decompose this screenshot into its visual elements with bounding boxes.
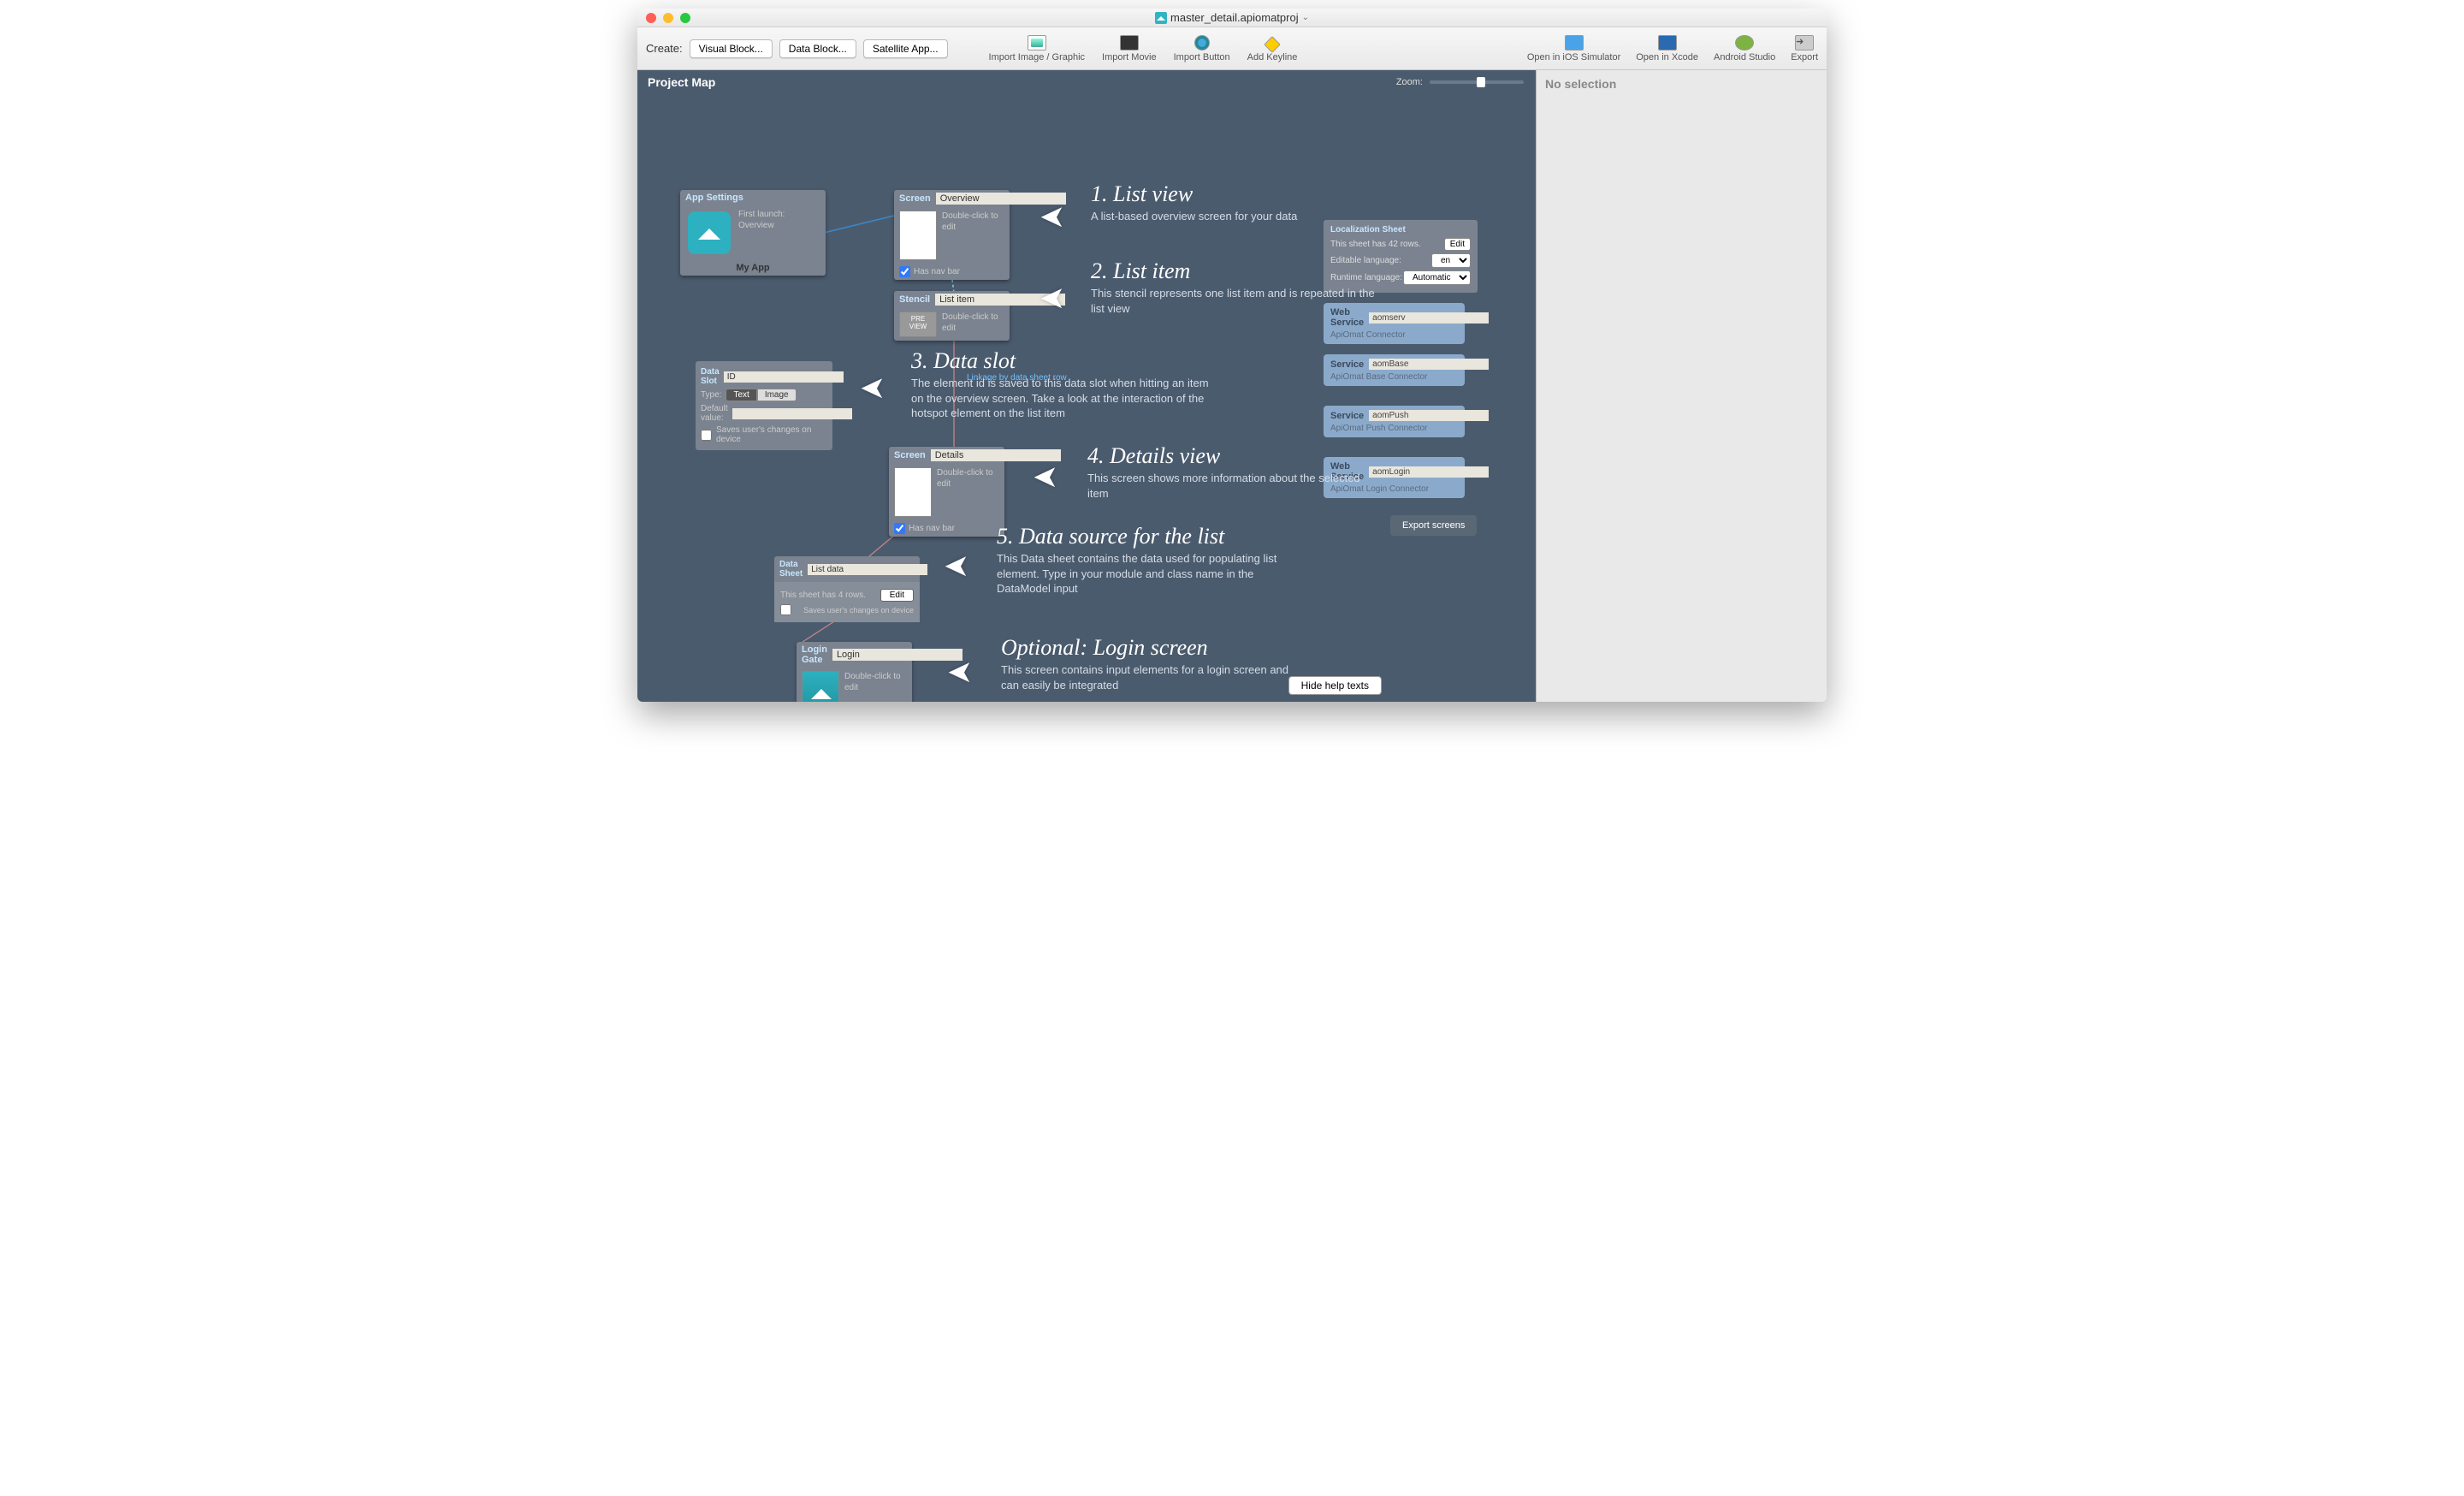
annotation-1: 1. List viewA list-based overview screen… <box>1091 181 1297 224</box>
window-titlebar: master_detail.apiomatproj ⌄ <box>637 9 1827 27</box>
close-icon[interactable] <box>646 13 656 23</box>
add-keyline-button[interactable]: Add Keyline <box>1247 39 1298 62</box>
dropdown-chevron-icon[interactable]: ⌄ <box>1302 13 1309 22</box>
edit-localization-button[interactable]: Edit <box>1444 238 1471 251</box>
app-icon <box>1155 12 1167 24</box>
create-label: Create: <box>646 42 683 55</box>
annotation-5: 5. Data source for the listThis Data she… <box>997 524 1305 597</box>
import-image-button[interactable]: Import Image / Graphic <box>989 35 1086 62</box>
app-name-label: My App <box>680 260 826 276</box>
keyline-icon <box>1264 36 1281 53</box>
android-icon <box>1735 35 1754 50</box>
arrow-icon: ➤ <box>860 370 886 406</box>
project-map-canvas[interactable]: Project Map Zoom: App Settings First lau… <box>637 70 1536 702</box>
window-title: master_detail.apiomatproj <box>1170 11 1299 24</box>
node-service-1[interactable]: Service ApiOmat Base Connector <box>1324 354 1465 386</box>
app-logo-icon <box>688 211 731 254</box>
export-icon: ➜ <box>1795 35 1814 50</box>
save-datasheet-checkbox[interactable] <box>780 604 791 615</box>
image-icon <box>1028 35 1046 50</box>
edit-datasheet-button[interactable]: Edit <box>880 589 914 602</box>
zoom-control[interactable]: Zoom: <box>1396 77 1524 87</box>
service-name-input-2[interactable] <box>1369 410 1489 421</box>
service-name-input-3[interactable] <box>1369 466 1489 478</box>
node-screen-overview[interactable]: Screen Double-click to edit Has nav bar <box>894 190 1010 280</box>
type-segmented[interactable]: TextImage <box>726 389 796 401</box>
has-nav-bar-checkbox-2[interactable] <box>894 523 905 534</box>
toolbar: Create: Visual Block... Data Block... Sa… <box>637 27 1827 70</box>
open-xcode-button[interactable]: Open in Xcode <box>1636 35 1698 62</box>
create-satellite-app-button[interactable]: Satellite App... <box>863 39 948 58</box>
service-name-input-0[interactable] <box>1369 312 1489 324</box>
annotation-2: 2. List itemThis stencil represents one … <box>1091 258 1382 316</box>
annotation-4: 4. Details viewThis screen shows more in… <box>1087 443 1378 501</box>
minimize-icon[interactable] <box>663 13 673 23</box>
datasheet-name-input[interactable] <box>808 564 927 575</box>
create-data-block-button[interactable]: Data Block... <box>779 39 856 58</box>
node-service-2[interactable]: Service ApiOmat Push Connector <box>1324 406 1465 437</box>
node-data-sheet[interactable]: Data Sheet This sheet has 4 rows.Edit Sa… <box>774 556 920 622</box>
has-nav-bar-checkbox[interactable] <box>899 266 910 277</box>
button-icon <box>1194 35 1210 50</box>
open-ios-simulator-button[interactable]: Open in iOS Simulator <box>1527 35 1620 62</box>
annotation-3: 3. Data slotThe element id is saved to t… <box>911 348 1219 421</box>
stencil-thumbnail: PREVIEW <box>899 312 937 337</box>
node-stencil[interactable]: Stencil PREVIEWDouble-click to edit <box>894 291 1010 341</box>
hide-help-button[interactable]: Hide help texts <box>1288 676 1382 695</box>
dataslot-name-input[interactable] <box>724 371 844 383</box>
export-button[interactable]: ➜Export <box>1791 35 1818 62</box>
arrow-icon: ➤ <box>1040 199 1065 234</box>
screen2-thumbnail <box>894 467 932 517</box>
movie-icon <box>1120 35 1139 50</box>
runtime-lang-select[interactable]: Automatic <box>1403 270 1471 285</box>
arrow-icon: ➤ <box>1040 280 1065 316</box>
arrow-icon: ➤ <box>1033 459 1058 495</box>
node-data-slot[interactable]: Data Slot Type:TextImage Default value: … <box>696 361 832 450</box>
service-name-input-1[interactable] <box>1369 359 1489 370</box>
android-studio-button[interactable]: Android Studio <box>1714 35 1775 62</box>
import-button-button[interactable]: Import Button <box>1174 35 1230 62</box>
login-thumbnail <box>802 671 839 702</box>
arrow-icon: ➤ <box>947 654 973 690</box>
create-visual-block-button[interactable]: Visual Block... <box>690 39 773 58</box>
save-on-device-checkbox[interactable] <box>701 430 712 441</box>
annotation-6: Optional: Login screenThis screen contai… <box>1001 635 1292 692</box>
node-login-gate[interactable]: Login Gate Double-click to edit <box>797 642 912 702</box>
import-movie-button[interactable]: Import Movie <box>1102 35 1157 62</box>
login-name-input[interactable] <box>832 649 962 661</box>
node-screen-details[interactable]: Screen Double-click to edit Has nav bar <box>889 447 1004 537</box>
export-screens-button[interactable]: Export screens <box>1390 515 1477 536</box>
inspector-title: No selection <box>1545 77 1818 91</box>
inspector-panel: No selection <box>1536 70 1827 702</box>
screen-thumbnail <box>899 211 937 260</box>
default-value-input[interactable] <box>732 408 852 419</box>
arrow-icon: ➤ <box>944 548 969 584</box>
ios-simulator-icon <box>1565 35 1584 50</box>
canvas-title: Project Map <box>648 75 715 89</box>
xcode-icon <box>1658 35 1677 50</box>
node-app-settings[interactable]: App Settings First launch:Overview My Ap… <box>680 190 826 276</box>
maximize-icon[interactable] <box>680 13 690 23</box>
editable-lang-select[interactable]: en <box>1431 253 1471 268</box>
